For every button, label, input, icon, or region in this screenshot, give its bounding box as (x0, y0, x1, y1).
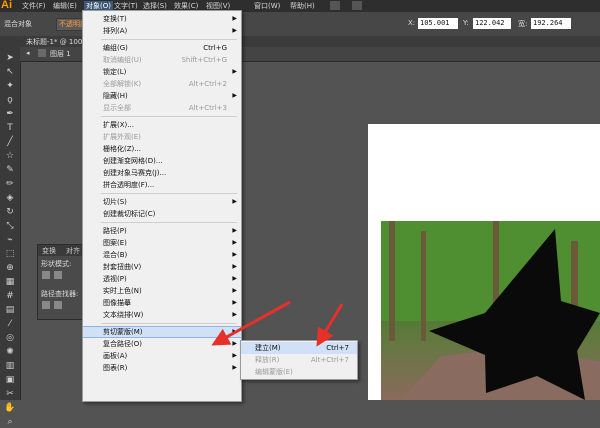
zoom-tool-icon[interactable]: ⌕ (2, 416, 18, 428)
annotation-arrow (316, 303, 344, 347)
hand-tool-icon[interactable]: ✋ (2, 402, 18, 414)
annotation-overlay (211, 300, 344, 347)
annotation-arrow (211, 300, 291, 346)
